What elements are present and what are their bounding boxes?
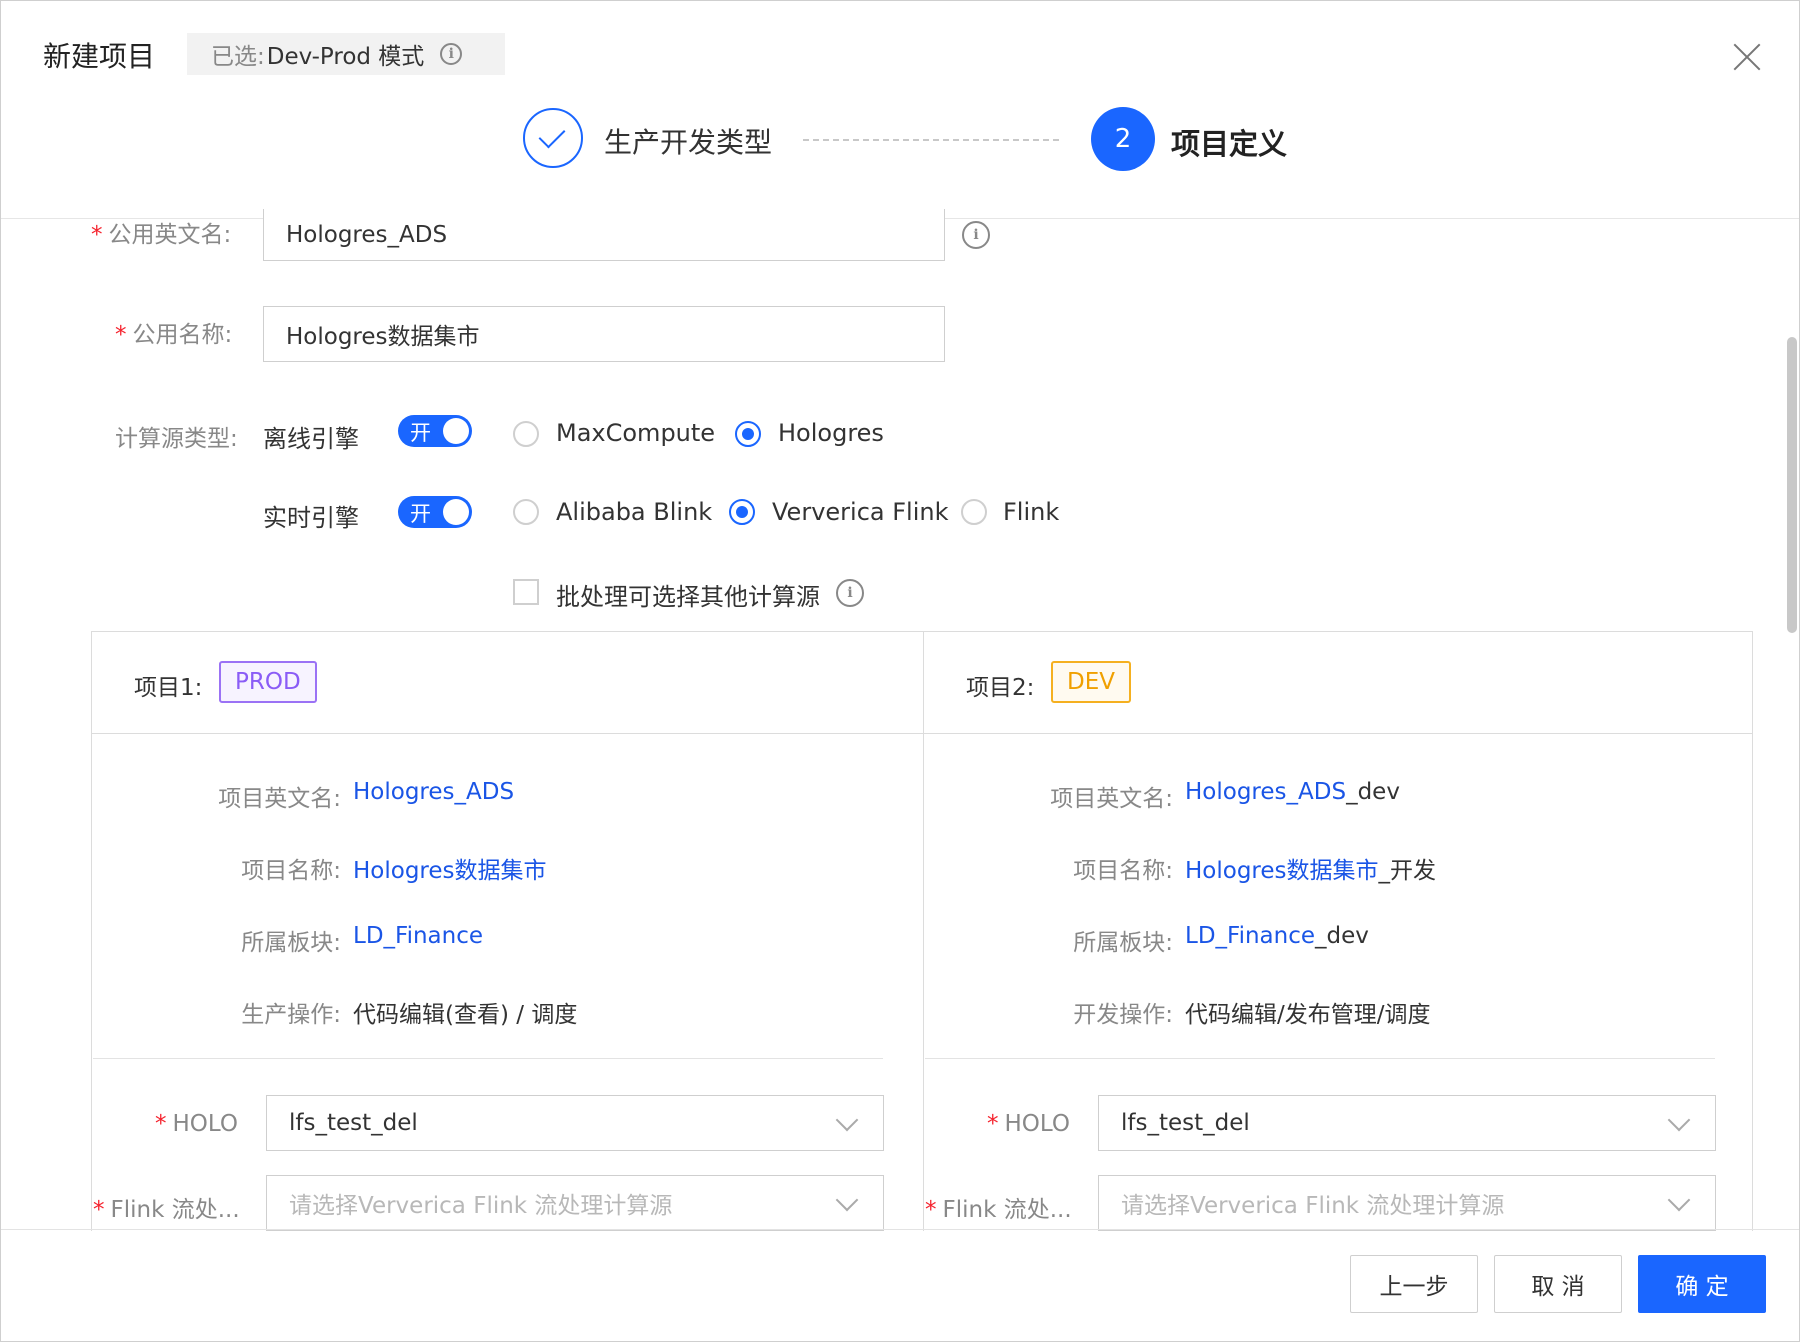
dev-ops-label: 开发操作: — [1073, 1002, 1173, 1028]
chevron-down-icon — [1667, 1188, 1691, 1212]
radio-maxcompute[interactable] — [513, 421, 539, 447]
prod-en-name-value: Hologres_ADS — [353, 779, 515, 805]
radio-hologres-label: Hologres — [778, 419, 884, 447]
dev-en-name-value: Hologres_ADS_dev — [1185, 779, 1400, 805]
switch-on-text: 开 — [410, 421, 431, 445]
dialog-title: 新建项目 — [43, 40, 156, 73]
cancel-button[interactable]: 取 消 — [1494, 1255, 1622, 1313]
radio-hologres[interactable] — [735, 421, 761, 447]
dev-ops-value: 代码编辑/发布管理/调度 — [1185, 1002, 1431, 1028]
dev-block-label: 所属板块: — [1073, 930, 1173, 956]
prod-holo-label: * HOLO — [155, 1111, 238, 1137]
mode-value: Dev-Prod 模式 — [266, 44, 425, 70]
dev-name-value: Hologres数据集市_开发 — [1185, 858, 1437, 884]
panel-header-divider — [91, 733, 1753, 734]
step-2-label: 项目定义 — [1171, 127, 1288, 161]
dev-section-divider — [925, 1058, 1715, 1059]
realtime-engine-label: 实时引擎 — [263, 504, 359, 532]
radio-flink-label: Flink — [1003, 498, 1060, 526]
footer-divider — [1, 1229, 1799, 1230]
dev-flink-select[interactable]: 请选择Ververica Flink 流处理计算源 — [1098, 1175, 1716, 1231]
radio-alibaba-blink[interactable] — [513, 499, 539, 525]
switch-knob — [443, 499, 469, 525]
batch-info-icon[interactable]: i — [836, 579, 864, 607]
vertical-scrollbar[interactable] — [1787, 337, 1797, 633]
dev-name-label: 项目名称: — [1073, 858, 1173, 884]
project-2-label: 项目2: — [966, 675, 1035, 701]
offline-engine-label: 离线引擎 — [263, 425, 359, 453]
public-name-input[interactable]: Hologres数据集市 — [263, 306, 945, 362]
dev-en-name-label: 项目英文名: — [1050, 786, 1173, 812]
chevron-down-icon — [835, 1108, 859, 1132]
switch-on-text: 开 — [410, 502, 431, 526]
close-icon[interactable] — [1733, 43, 1761, 71]
radio-flink[interactable] — [961, 499, 987, 525]
step-done-check-icon — [523, 108, 583, 168]
compute-type-label: 计算源类型: — [115, 426, 238, 452]
new-project-dialog: 新建项目 已选: Dev-Prod 模式 i 生产开发类型 2 项目定义 * 公用… — [0, 0, 1800, 1342]
dev-block-value: LD_Finance_dev — [1185, 923, 1369, 949]
public-en-name-label: * 公用英文名: — [91, 222, 232, 248]
radio-alibaba-blink-label: Alibaba Blink — [556, 498, 713, 526]
prod-holo-value: lfs_test_del — [289, 1110, 418, 1136]
dev-holo-select[interactable]: lfs_test_del — [1098, 1095, 1716, 1151]
panel-divider — [923, 631, 924, 1231]
prod-flink-label: * Flink 流处... — [93, 1197, 240, 1223]
dev-flink-placeholder: 请选择Ververica Flink 流处理计算源 — [1121, 1193, 1505, 1219]
prod-block-value: LD_Finance — [353, 923, 484, 949]
public-en-name-input[interactable]: Hologres_ADS — [263, 209, 945, 261]
prod-ops-value: 代码编辑(查看) / 调度 — [353, 1002, 578, 1028]
selected-mode-chip: 已选: Dev-Prod 模式 i — [187, 33, 505, 75]
prod-tag: PROD — [219, 661, 317, 703]
dev-holo-label: * HOLO — [987, 1111, 1070, 1137]
step-connector — [803, 139, 1059, 141]
dev-flink-label: * Flink 流处... — [925, 1197, 1072, 1223]
confirm-button[interactable]: 确 定 — [1638, 1255, 1766, 1313]
chevron-down-icon — [835, 1188, 859, 1212]
prod-flink-placeholder: 请选择Ververica Flink 流处理计算源 — [289, 1193, 673, 1219]
realtime-engine-switch[interactable]: 开 — [398, 496, 472, 528]
offline-engine-switch[interactable]: 开 — [398, 415, 472, 447]
prod-en-name-label: 项目英文名: — [218, 786, 341, 812]
mode-key: 已选: — [211, 44, 265, 70]
dev-tag: DEV — [1051, 661, 1131, 703]
radio-ververica-flink[interactable] — [729, 499, 755, 525]
batch-other-source-label: 批处理可选择其他计算源 — [556, 583, 820, 611]
step-1-label: 生产开发类型 — [604, 126, 773, 159]
prod-block-label: 所属板块: — [241, 930, 341, 956]
prod-name-value: Hologres数据集市 — [353, 858, 547, 884]
dev-holo-value: lfs_test_del — [1121, 1110, 1250, 1136]
switch-knob — [443, 418, 469, 444]
public-name-label: * 公用名称: — [115, 322, 233, 348]
step-2-number: 2 — [1091, 107, 1155, 171]
public-en-name-info-icon[interactable]: i — [962, 221, 990, 249]
project-1-label: 项目1: — [134, 675, 203, 701]
prod-section-divider — [93, 1058, 883, 1059]
prod-holo-select[interactable]: lfs_test_del — [266, 1095, 884, 1151]
info-icon[interactable]: i — [440, 43, 463, 65]
radio-ververica-flink-label: Ververica Flink — [772, 498, 949, 526]
prod-ops-label: 生产操作: — [241, 1002, 341, 1028]
chevron-down-icon — [1667, 1108, 1691, 1132]
prod-flink-select[interactable]: 请选择Ververica Flink 流处理计算源 — [266, 1175, 884, 1231]
batch-other-source-checkbox[interactable] — [513, 579, 539, 605]
prev-step-button[interactable]: 上一步 — [1350, 1255, 1478, 1313]
prod-name-label: 项目名称: — [241, 858, 341, 884]
radio-maxcompute-label: MaxCompute — [556, 419, 716, 447]
